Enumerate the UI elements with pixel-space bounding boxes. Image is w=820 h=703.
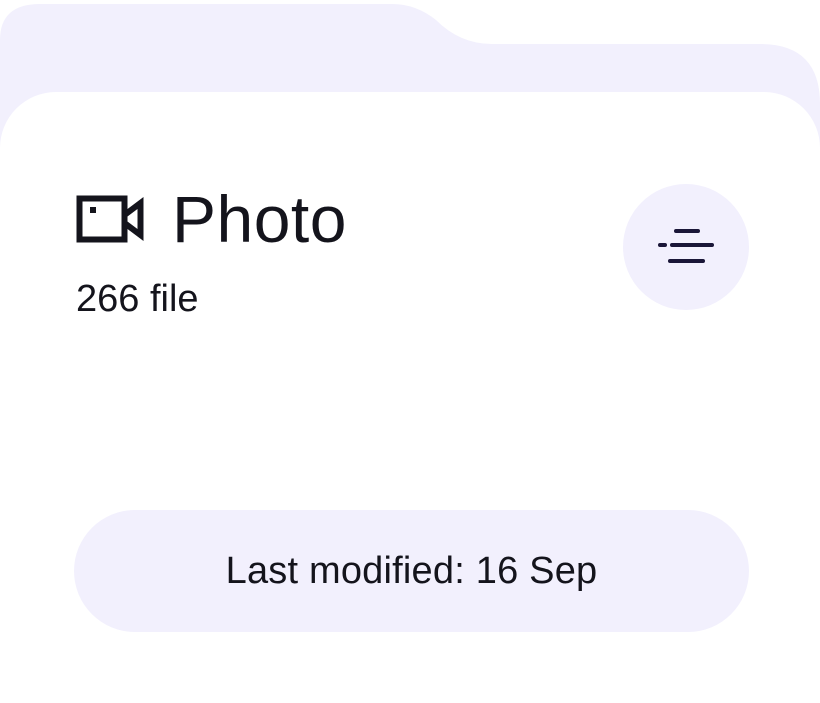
file-count: 266 file (76, 278, 199, 320)
video-camera-icon (76, 195, 144, 243)
filter-lines-icon (658, 229, 714, 263)
last-modified-text: Last modified: 16 Sep (225, 549, 598, 592)
folder-card[interactable]: Photo 266 file Last modified: 16 Sep (0, 0, 820, 703)
last-modified-badge: Last modified: 16 Sep (74, 510, 749, 632)
folder-title: Photo (172, 182, 347, 256)
options-button[interactable] (623, 184, 749, 310)
title-row: Photo (76, 186, 347, 252)
